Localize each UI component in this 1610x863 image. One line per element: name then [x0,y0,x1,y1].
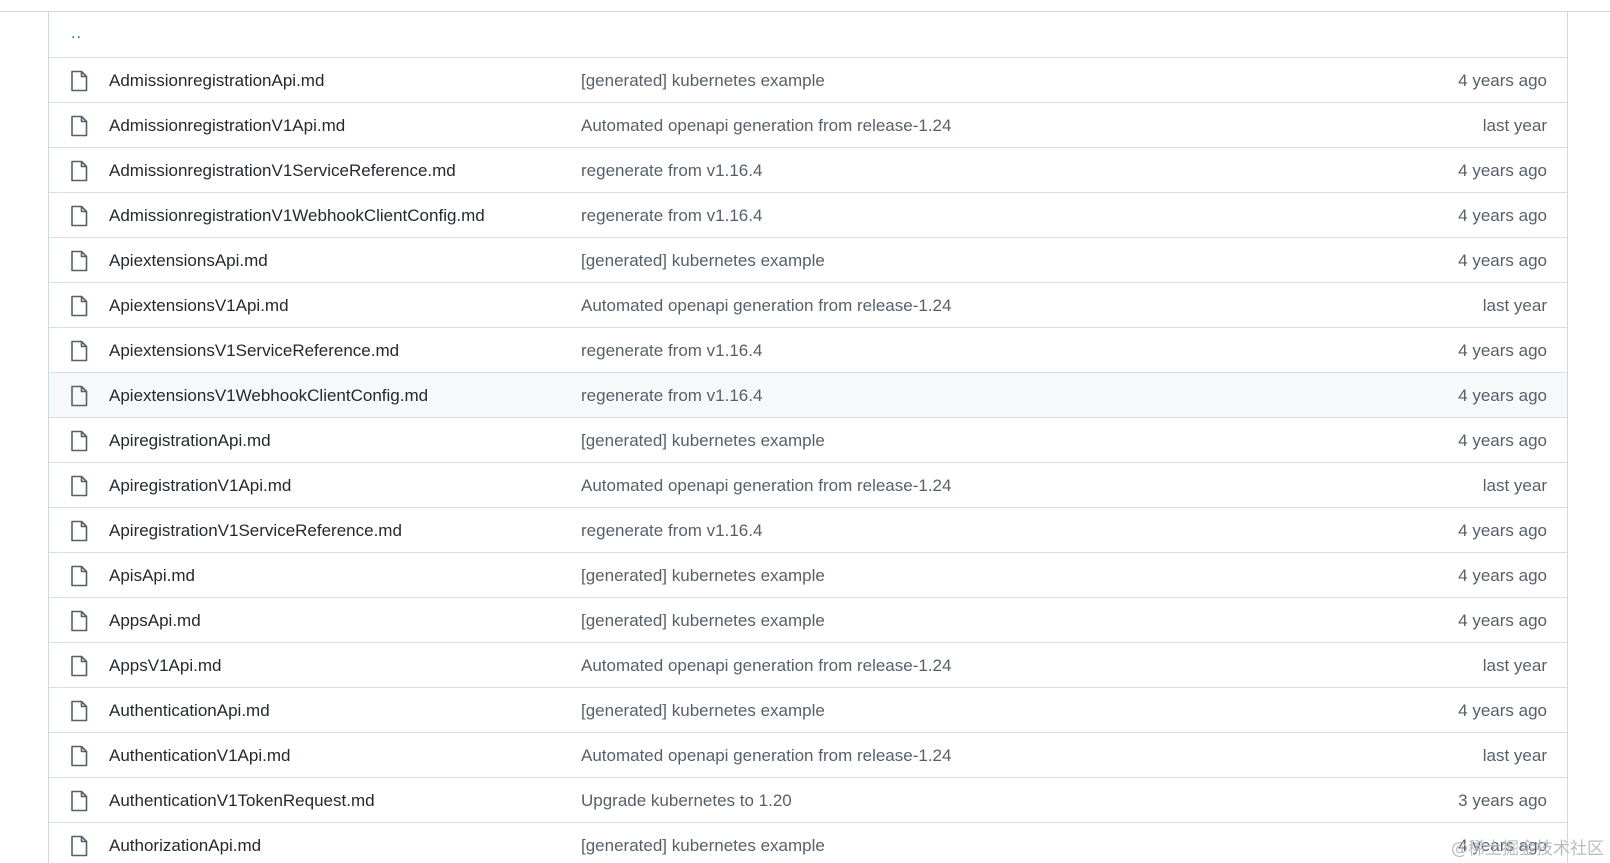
commit-age: last year [1482,656,1547,675]
commit-age: 4 years ago [1458,431,1547,450]
commit-message-link[interactable]: regenerate from v1.16.4 [581,206,762,226]
file-name-link[interactable]: ApisApi.md [109,566,195,586]
file-icon [69,430,89,452]
file-row[interactable]: ApiregistrationV1ServiceReference.md rege… [49,508,1567,553]
commit-message-link[interactable]: [generated] kubernetes example [581,611,825,631]
commit-message-link[interactable]: Automated openapi generation from releas… [581,656,951,676]
file-rows: AdmissionregistrationApi.md [generated] k… [49,58,1567,863]
file-name-link[interactable]: ApiregistrationApi.md [109,431,271,451]
commit-message-link[interactable]: Automated openapi generation from releas… [581,296,951,316]
file-row[interactable]: AuthorizationApi.md [generated] kubernete… [49,823,1567,863]
file-icon [69,250,89,272]
file-icon [69,745,89,767]
commit-message-link[interactable]: Automated openapi generation from releas… [581,116,951,136]
commit-message-link[interactable]: Automated openapi generation from releas… [581,746,951,766]
file-row[interactable]: ApiextensionsApi.md [generated] kubernete… [49,238,1567,283]
file-name-link[interactable]: AuthenticationV1TokenRequest.md [109,791,375,811]
commit-message-link[interactable]: Upgrade kubernetes to 1.20 [581,791,792,811]
file-icon [69,70,89,92]
file-row[interactable]: AuthenticationV1Api.md Automated openapi … [49,733,1567,778]
file-name-link[interactable]: AdmissionregistrationV1Api.md [109,116,345,136]
commit-age: 4 years ago [1458,161,1547,180]
file-icon [69,520,89,542]
file-name-link[interactable]: ApiregistrationV1Api.md [109,476,291,496]
file-name-link[interactable]: AdmissionregistrationApi.md [109,71,324,91]
commit-age: last year [1482,476,1547,495]
file-row[interactable]: ApiextensionsV1Api.md Automated openapi g… [49,283,1567,328]
file-name-link[interactable]: AppsApi.md [109,611,201,631]
file-name-link[interactable]: ApiregistrationV1ServiceReference.md [109,521,402,541]
file-row[interactable]: ApiextensionsV1ServiceReference.md regene… [49,328,1567,373]
file-icon [69,115,89,137]
commit-age: 4 years ago [1458,701,1547,720]
commit-age: last year [1482,116,1547,135]
file-row[interactable]: ApisApi.md [generated] kubernetes example… [49,553,1567,598]
commit-message-link[interactable]: regenerate from v1.16.4 [581,386,762,406]
file-row[interactable]: AuthenticationV1TokenRequest.md Upgrade k… [49,778,1567,823]
file-icon [69,340,89,362]
file-icon [69,295,89,317]
commit-message-link[interactable]: regenerate from v1.16.4 [581,341,762,361]
file-row[interactable]: AdmissionregistrationV1Api.md Automated o… [49,103,1567,148]
file-icon [69,655,89,677]
commit-message-link[interactable]: regenerate from v1.16.4 [581,161,762,181]
file-name-link[interactable]: AuthenticationV1Api.md [109,746,290,766]
file-name-link[interactable]: ApiextensionsApi.md [109,251,268,271]
commit-age: 3 years ago [1458,791,1547,810]
parent-directory-row[interactable]: .. [49,11,1567,58]
commit-age: 4 years ago [1458,341,1547,360]
file-icon [69,610,89,632]
commit-age: 4 years ago [1458,251,1547,270]
watermark: @稀土掘金技术社区 [1451,839,1604,859]
file-icon [69,385,89,407]
commit-age: 4 years ago [1458,611,1547,630]
commit-age: 4 years ago [1458,566,1547,585]
file-row[interactable]: AppsApi.md [generated] kubernetes example… [49,598,1567,643]
file-name-link[interactable]: ApiextensionsV1WebhookClientConfig.md [109,386,428,406]
file-row[interactable]: AppsV1Api.md Automated openapi generation… [49,643,1567,688]
file-icon [69,700,89,722]
commit-age: 4 years ago [1458,521,1547,540]
commit-age: 4 years ago [1458,206,1547,225]
file-row[interactable]: ApiextensionsV1WebhookClientConfig.md reg… [49,373,1567,418]
commit-message-link[interactable]: [generated] kubernetes example [581,566,825,586]
file-icon [69,835,89,857]
commit-age: 4 years ago [1458,71,1547,90]
file-row[interactable]: AdmissionregistrationV1WebhookClientConf… [49,193,1567,238]
file-icon [69,790,89,812]
file-browser-page: .. AdmissionregistrationApi.md [generated… [0,0,1610,863]
parent-directory-link[interactable]: .. [71,25,82,43]
file-name-link[interactable]: AppsV1Api.md [109,656,221,676]
file-row[interactable]: AuthenticationApi.md [generated] kubernet… [49,688,1567,733]
file-name-link[interactable]: AdmissionregistrationV1WebhookClientConf… [109,206,485,226]
commit-message-link[interactable]: [generated] kubernetes example [581,71,825,91]
file-name-link[interactable]: AdmissionregistrationV1ServiceReference.… [109,161,456,181]
file-icon [69,565,89,587]
file-row[interactable]: ApiregistrationApi.md [generated] kuberne… [49,418,1567,463]
file-row[interactable]: ApiregistrationV1Api.md Automated openapi… [49,463,1567,508]
file-icon [69,205,89,227]
file-name-link[interactable]: AuthenticationApi.md [109,701,270,721]
commit-age: last year [1482,296,1547,315]
file-icon [69,475,89,497]
commit-message-link[interactable]: regenerate from v1.16.4 [581,521,762,541]
file-row[interactable]: AdmissionregistrationV1ServiceReference.… [49,148,1567,193]
commit-age: last year [1482,746,1547,765]
commit-age: 4 years ago [1458,386,1547,405]
commit-message-link[interactable]: [generated] kubernetes example [581,701,825,721]
file-row[interactable]: AdmissionregistrationApi.md [generated] k… [49,58,1567,103]
commit-message-link[interactable]: [generated] kubernetes example [581,251,825,271]
file-name-link[interactable]: AuthorizationApi.md [109,836,261,856]
file-name-link[interactable]: ApiextensionsV1Api.md [109,296,289,316]
commit-message-link[interactable]: [generated] kubernetes example [581,836,825,856]
commit-message-link[interactable]: Automated openapi generation from releas… [581,476,951,496]
file-name-link[interactable]: ApiextensionsV1ServiceReference.md [109,341,399,361]
file-icon [69,160,89,182]
commit-message-link[interactable]: [generated] kubernetes example [581,431,825,451]
file-list: .. AdmissionregistrationApi.md [generated… [48,11,1568,863]
